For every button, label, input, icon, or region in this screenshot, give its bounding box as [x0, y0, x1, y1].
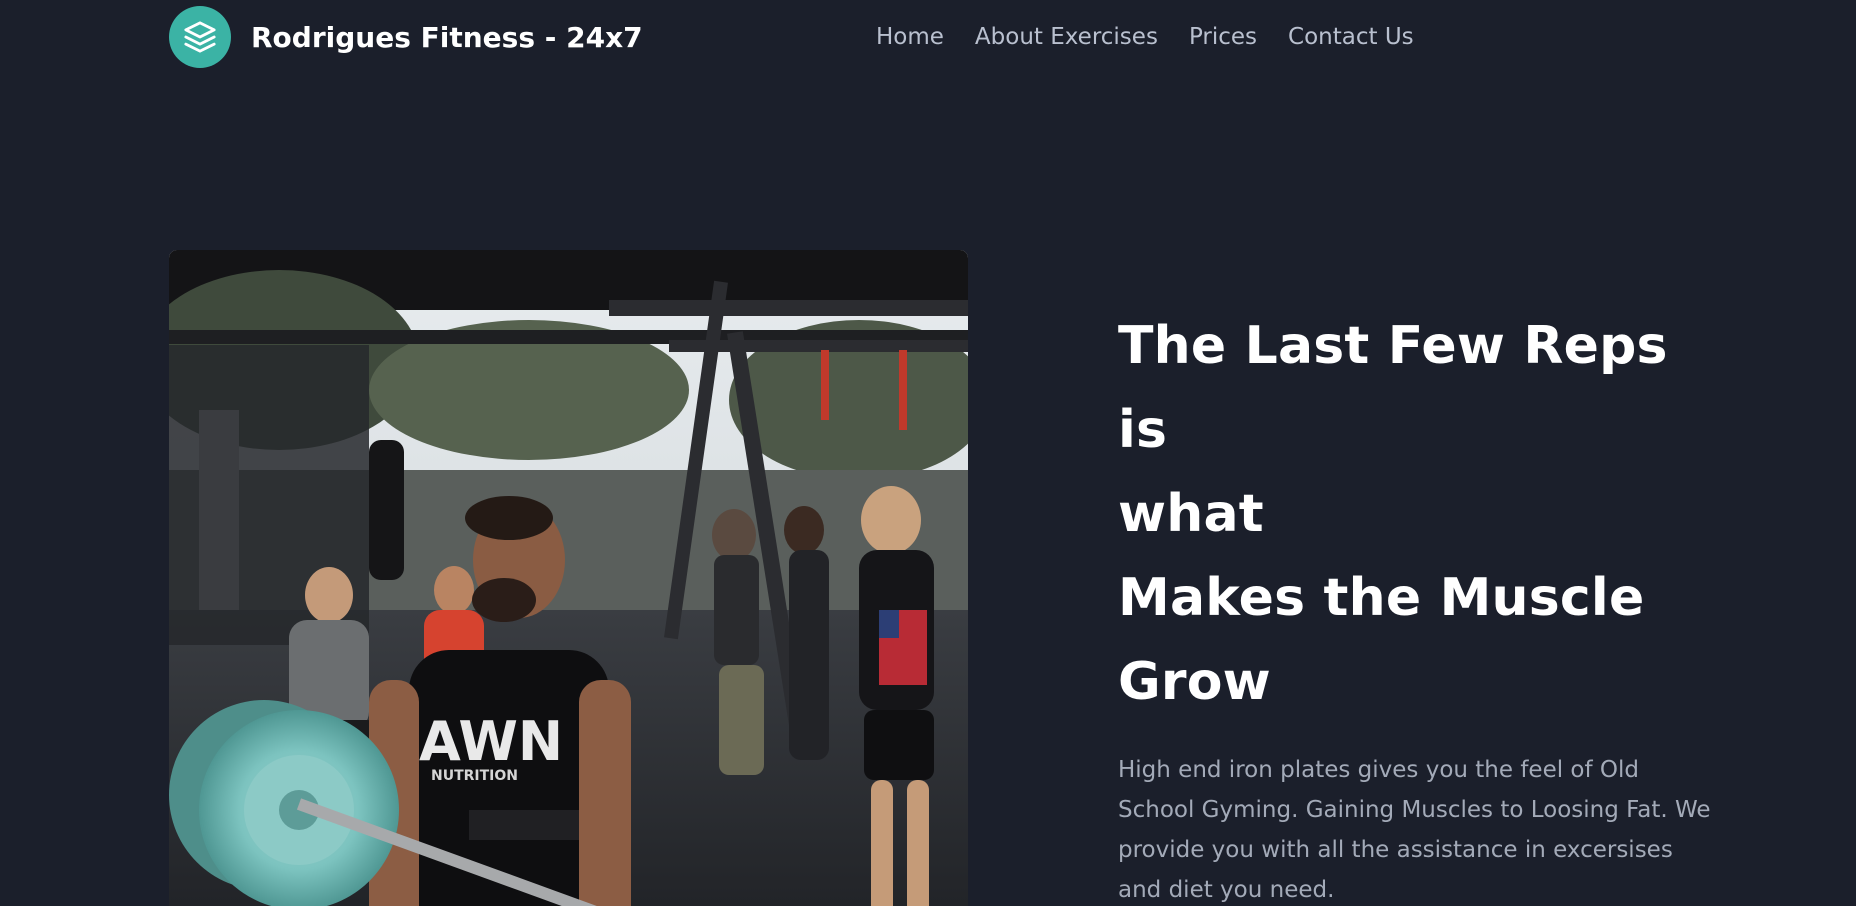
- nav-link-contact-us[interactable]: Contact Us: [1288, 24, 1414, 50]
- brand-name: Rodrigues Fitness - 24x7: [251, 20, 643, 54]
- shirt-logo-text: AWN: [419, 710, 563, 773]
- layers-icon: [169, 6, 231, 68]
- hero-title-line: The Last Few Reps is: [1118, 316, 1668, 460]
- brand-link[interactable]: Rodrigues Fitness - 24x7: [169, 6, 643, 68]
- hero-image: AWN NUTRITION: [169, 250, 968, 906]
- nav-link-prices[interactable]: Prices: [1189, 24, 1257, 50]
- nav-link-about-exercises[interactable]: About Exercises: [975, 24, 1158, 50]
- hero-text: The Last Few Reps is what Makes the Musc…: [1118, 304, 1718, 906]
- hero-title-line: what: [1118, 484, 1264, 544]
- hero-title-line: Grow: [1118, 652, 1271, 712]
- page: Rodrigues Fitness - 24x7 Home About Exer…: [0, 0, 1856, 906]
- hero-description: High end iron plates gives you the feel …: [1118, 757, 1711, 903]
- hero-title: The Last Few Reps is what Makes the Musc…: [1118, 304, 1718, 724]
- main-nav: Home About Exercises Prices Contact Us: [876, 24, 1414, 50]
- hero-title-line: Makes the Muscle: [1118, 568, 1645, 628]
- nav-link-home[interactable]: Home: [876, 24, 944, 50]
- site-header: Rodrigues Fitness - 24x7 Home About Exer…: [0, 0, 1856, 80]
- shirt-logo-subtext: NUTRITION: [431, 768, 518, 784]
